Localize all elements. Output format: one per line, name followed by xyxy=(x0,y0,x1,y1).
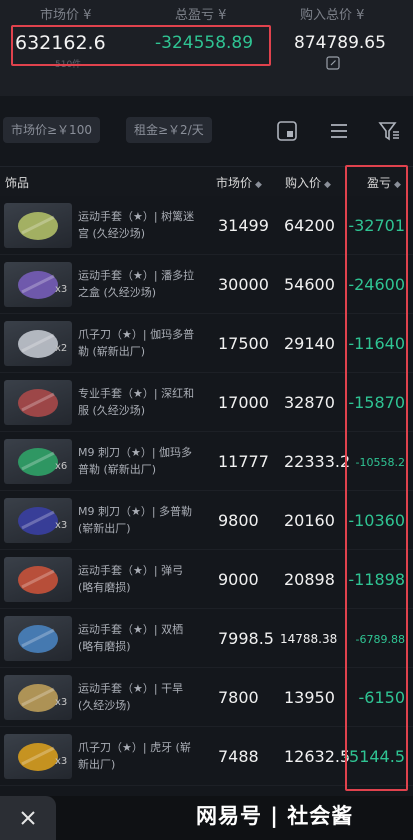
item-quantity: x3 xyxy=(55,697,68,708)
item-market-price: 9000 xyxy=(218,570,259,589)
list-icon[interactable] xyxy=(328,120,350,142)
item-name: 运动手套（★）| 树篱迷宫 (久经沙场) xyxy=(78,210,195,240)
table-row[interactable]: 运动手套（★）| 双栖 (略有磨损) 7998.5 14788.38 -6789.88 xyxy=(0,609,413,668)
watermark-text: 网易号 | 社会酱 xyxy=(196,804,354,828)
item-market-price: 17500 xyxy=(218,334,269,353)
item-buy-price: 54600 xyxy=(284,275,335,294)
item-thumbnail xyxy=(4,616,72,661)
item-market-price: 7488 xyxy=(218,747,259,766)
filter-chip-min-price[interactable]: 市场价≥￥100 xyxy=(3,117,100,143)
table-row[interactable]: x2 爪子刀（★）| 伽玛多普勒 (崭新出厂) 17500 29140 -11640 xyxy=(0,314,413,373)
filter-bar: 市场价≥￥100 租金≥￥2/天 xyxy=(0,96,413,166)
item-name: 运动手套（★）| 弹弓 (略有磨损) xyxy=(78,564,184,594)
item-quantity: x3 xyxy=(55,756,68,767)
item-buy-price: 32870 xyxy=(284,393,335,412)
item-buy-price: 22333.2 xyxy=(284,452,351,471)
item-thumbnail xyxy=(4,380,72,425)
item-profit-loss: -10360 xyxy=(348,511,405,530)
item-name: 爪子刀（★）| 虎牙 (崭新出厂) xyxy=(78,741,191,771)
item-market-price: 31499 xyxy=(218,216,269,235)
market-total-label: 市场价 ¥ xyxy=(40,8,92,23)
table-row[interactable]: x3 运动手套（★）| 干旱 (久经沙场) 7800 13950 -6150 xyxy=(0,668,413,727)
item-profit-loss: -24600 xyxy=(348,275,405,294)
item-profit-loss: -32701 xyxy=(348,216,405,235)
table-row[interactable]: x6 M9 刺刀（★）| 伽玛多普勒 (崭新出厂) 11777 22333.2 -105… xyxy=(0,432,413,491)
item-buy-price: 20898 xyxy=(284,570,335,589)
item-profit-loss: -6789.88 xyxy=(355,633,405,646)
item-buy-price: 29140 xyxy=(284,334,335,353)
item-name: M9 刺刀（★）| 多普勒 (崭新出厂) xyxy=(78,505,193,535)
table-row[interactable]: 运动手套（★）| 弹弓 (略有磨损) 9000 20898 -11898 xyxy=(0,550,413,609)
item-name: 专业手套（★）| 深红和服 (久经沙场) xyxy=(78,387,195,417)
item-thumbnail xyxy=(4,203,72,248)
close-icon xyxy=(21,811,35,825)
item-count: 510件 xyxy=(55,60,82,70)
filter-chip-rent[interactable]: 租金≥￥2/天 xyxy=(126,117,212,143)
item-profit-loss: -11898 xyxy=(348,570,405,589)
item-market-price: 30000 xyxy=(218,275,269,294)
item-quantity: x3 xyxy=(55,520,68,531)
item-market-price: 7998.5 xyxy=(218,629,274,648)
item-profit-loss: -10558.2 xyxy=(355,456,405,469)
col-buy-header[interactable]: 购入价 ◆ xyxy=(285,174,331,191)
table-header: 饰品 市场价 ◆ 购入价 ◆ 盈亏 ◆ xyxy=(0,166,413,196)
item-market-price: 9800 xyxy=(218,511,259,530)
edit-icon[interactable] xyxy=(326,56,340,70)
table-row[interactable]: x3 爪子刀（★）| 虎牙 (崭新出厂) 7488 12632.5 -5144.5 xyxy=(0,727,413,786)
table-row[interactable]: 专业手套（★）| 深红和服 (久经沙场) 17000 32870 -15870 xyxy=(0,373,413,432)
item-market-price: 7800 xyxy=(218,688,259,707)
item-quantity: x2 xyxy=(55,343,68,354)
item-profit-loss: -5144.5 xyxy=(343,747,405,766)
close-button[interactable] xyxy=(0,796,56,840)
item-market-price: 11777 xyxy=(218,452,269,471)
item-buy-price: 20160 xyxy=(284,511,335,530)
col-pl-header[interactable]: 盈亏 ◆ xyxy=(367,174,401,191)
pl-total-label: 总盈亏 ¥ xyxy=(175,8,227,23)
market-total-value: 632162.6 xyxy=(15,32,106,54)
item-buy-price: 13950 xyxy=(284,688,335,707)
item-buy-price: 12632.5 xyxy=(284,747,351,766)
col-item-header: 饰品 xyxy=(5,176,30,190)
summary-panel: 市场价 ¥ 总盈亏 ¥ 购入总价 ¥ 632162.6 510件 -324558… xyxy=(0,0,413,96)
item-profit-loss: -11640 xyxy=(348,334,405,353)
table-row[interactable]: 运动手套（★）| 树篱迷宫 (久经沙场) 31499 64200 -32701 xyxy=(0,196,413,255)
item-name: M9 刺刀（★）| 伽玛多普勒 (崭新出厂) xyxy=(78,446,193,476)
item-profit-loss: -15870 xyxy=(348,393,405,412)
item-name: 爪子刀（★）| 伽玛多普勒 (崭新出厂) xyxy=(78,328,195,358)
item-table: 运动手套（★）| 树篱迷宫 (久经沙场) 31499 64200 -32701 x3 运动… xyxy=(0,196,413,786)
item-name: 运动手套（★）| 干旱 (久经沙场) xyxy=(78,682,184,712)
item-profit-loss: -6150 xyxy=(358,688,406,707)
item-buy-price: 64200 xyxy=(284,216,335,235)
filter-icon[interactable] xyxy=(378,120,400,142)
cost-total-value: 874789.65 xyxy=(294,33,386,53)
item-quantity: x6 xyxy=(55,461,68,472)
item-buy-price: 14788.38 xyxy=(280,632,338,646)
item-market-price: 17000 xyxy=(218,393,269,412)
col-market-header[interactable]: 市场价 ◆ xyxy=(216,174,262,191)
item-name: 运动手套（★）| 双栖 (略有磨损) xyxy=(78,623,184,653)
table-row[interactable]: x3 运动手套（★）| 潘多拉之盒 (久经沙场) 30000 54600 -24600 xyxy=(0,255,413,314)
layout-icon[interactable] xyxy=(276,120,298,142)
pl-total-value: -324558.89 xyxy=(155,33,254,53)
cost-total-label: 购入总价 ¥ xyxy=(300,8,365,23)
item-thumbnail xyxy=(4,557,72,602)
item-name: 运动手套（★）| 潘多拉之盒 (久经沙场) xyxy=(78,269,195,299)
item-quantity: x3 xyxy=(55,284,68,295)
table-row[interactable]: x3 M9 刺刀（★）| 多普勒 (崭新出厂) 9800 20160 -10360 xyxy=(0,491,413,550)
